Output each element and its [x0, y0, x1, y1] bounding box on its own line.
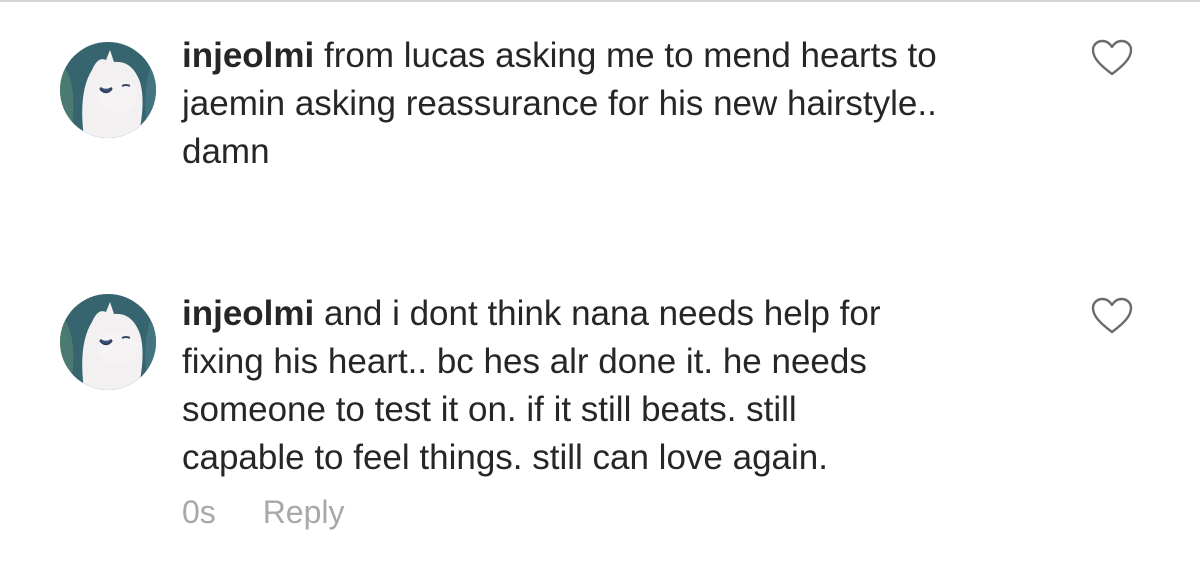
comment-body: injeolmi and i dont think nana needs hel… — [182, 290, 1042, 482]
comment-body: injeolmi from lucas asking me to mend he… — [182, 32, 1082, 176]
avatar[interactable] — [60, 294, 156, 390]
comment-meta: 0s Reply — [182, 492, 345, 532]
reply-button[interactable]: Reply — [263, 492, 345, 532]
comment-username[interactable]: injeolmi — [182, 36, 314, 75]
moomin-avatar-icon — [60, 294, 156, 390]
heart-outline-icon — [1091, 297, 1133, 334]
comment-username[interactable]: injeolmi — [182, 294, 314, 333]
heart-outline-icon — [1091, 39, 1133, 76]
moomin-avatar-icon — [60, 42, 156, 138]
comment-timestamp: 0s — [182, 494, 216, 530]
like-button[interactable] — [1090, 38, 1134, 78]
avatar[interactable] — [60, 42, 156, 138]
top-divider — [0, 0, 1200, 2]
like-button[interactable] — [1090, 296, 1134, 336]
